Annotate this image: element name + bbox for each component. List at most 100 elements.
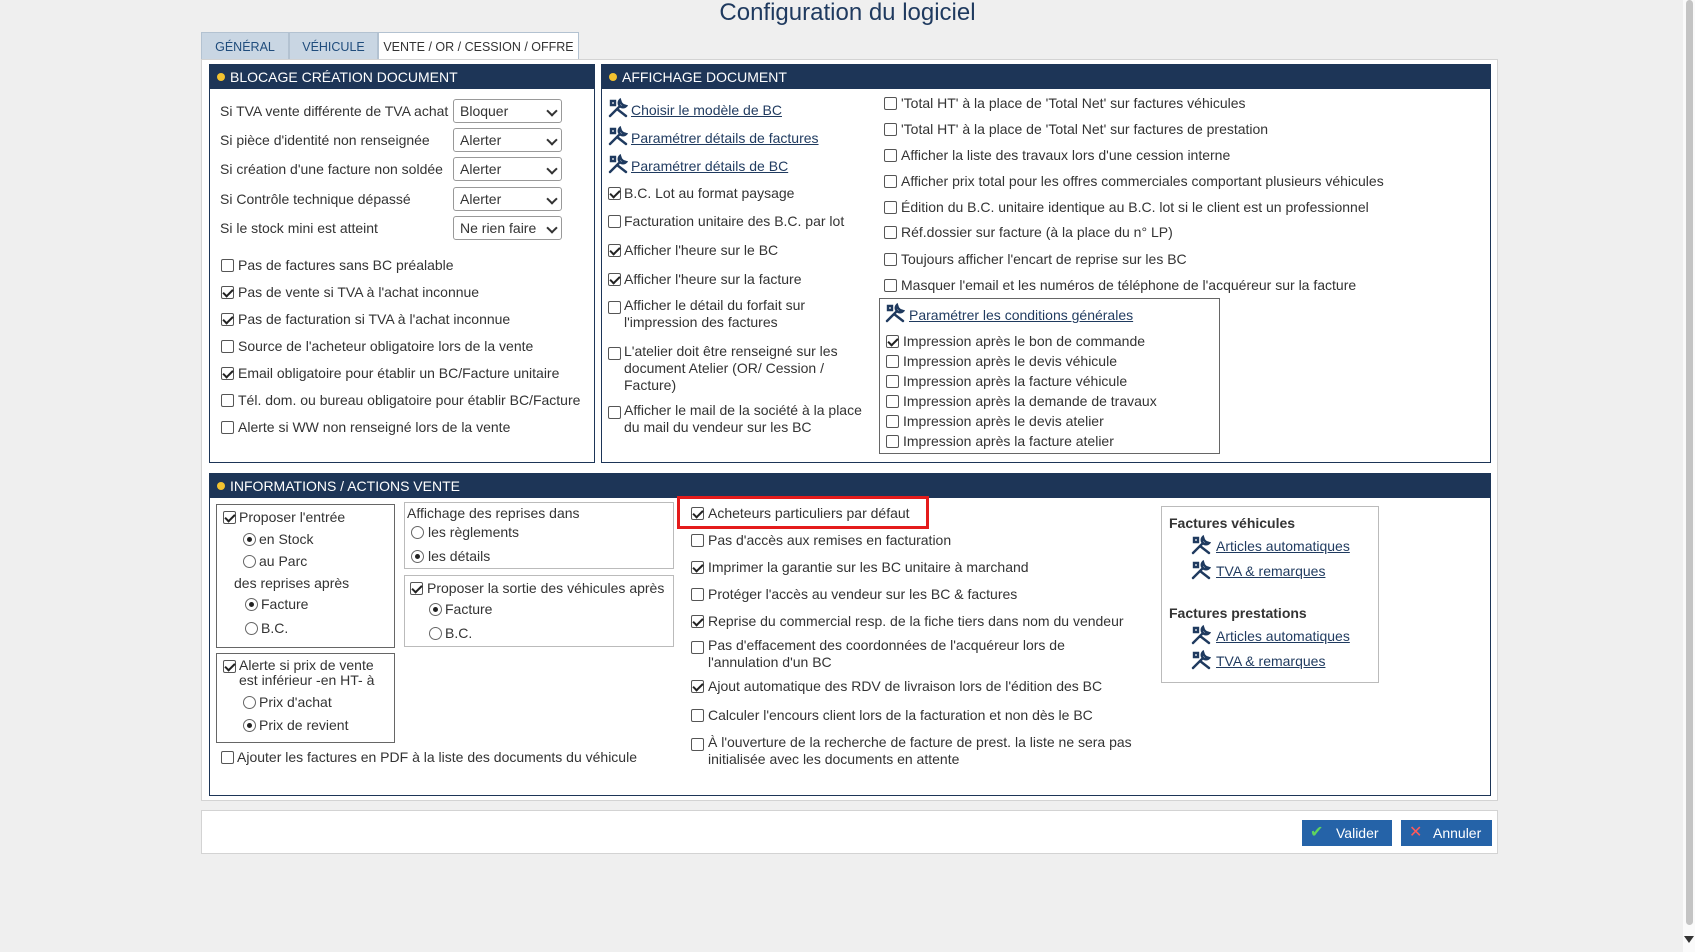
link-choisir-modele-bc[interactable]: Choisir le modèle de BC — [631, 102, 782, 119]
checkbox[interactable] — [884, 226, 897, 239]
select-piece-identite[interactable]: Alerter — [453, 128, 562, 152]
checkbox-label: Afficher la liste des travaux lors d'une… — [901, 147, 1231, 163]
link-parametrer-conditions-generales[interactable]: Paramétrer les conditions générales — [909, 307, 1133, 324]
checkbox-label: Facturation unitaire des B.C. par lot — [624, 213, 845, 229]
rule-label: Si le stock mini est atteint — [220, 220, 378, 236]
checkbox[interactable] — [691, 680, 704, 693]
rule-label: Si création d'une facture non soldée — [220, 161, 443, 177]
checkbox[interactable] — [691, 507, 704, 520]
rule-label: Si pièce d'identité non renseignée — [220, 132, 430, 148]
select-controle-technique[interactable]: Alerter — [453, 187, 562, 211]
checkbox[interactable] — [691, 615, 704, 628]
link-tva-remarques-prestations[interactable]: TVA & remarques — [1216, 653, 1325, 670]
tab-vente-or-cession-offre[interactable]: VENTE / OR / CESSION / OFFRE — [378, 32, 579, 60]
checkbox-label: B.C. Lot au format paysage — [624, 185, 795, 201]
checkbox[interactable] — [608, 187, 621, 200]
checkbox[interactable] — [221, 394, 234, 407]
link-articles-automatiques-vehicules[interactable]: Articles automatiques — [1216, 538, 1350, 555]
checkbox-label: Impression après le devis atelier — [903, 413, 1104, 429]
radio-button[interactable] — [429, 603, 442, 616]
section-title: Factures prestations — [1169, 605, 1307, 621]
checkbox[interactable] — [608, 244, 621, 257]
checkbox[interactable] — [884, 279, 897, 292]
checkbox[interactable] — [608, 215, 621, 228]
radio-button[interactable] — [243, 533, 256, 546]
checkbox[interactable] — [223, 660, 236, 673]
checkbox[interactable] — [608, 347, 621, 360]
tools-icon — [1191, 560, 1211, 580]
checkbox[interactable] — [410, 582, 423, 595]
checkbox[interactable] — [608, 273, 621, 286]
checkbox-label: Proposer l'entrée — [239, 509, 346, 525]
select-value: Alerter — [460, 132, 502, 148]
checkbox[interactable] — [608, 406, 621, 419]
button-label: Annuler — [1433, 825, 1482, 841]
checkbox[interactable] — [884, 149, 897, 162]
checkbox[interactable] — [886, 335, 899, 348]
radio-button[interactable] — [243, 555, 256, 568]
checkbox-label: Calculer l'encours client lors de la fac… — [708, 707, 1093, 723]
tab-vehicule[interactable]: VÉHICULE — [289, 32, 378, 60]
radio-button[interactable] — [429, 627, 442, 640]
checkbox[interactable] — [221, 259, 234, 272]
checkbox-label: Afficher prix total pour les offres comm… — [901, 173, 1384, 189]
checkbox-label: Afficher le détail du forfait sur l'impr… — [624, 297, 806, 330]
checkbox[interactable] — [691, 709, 704, 722]
checkbox[interactable] — [886, 375, 899, 388]
checkbox[interactable] — [691, 641, 704, 654]
checkbox[interactable] — [884, 123, 897, 136]
checkbox[interactable] — [221, 751, 234, 764]
checkbox[interactable] — [691, 738, 704, 751]
checkbox-label: Ajouter les factures en PDF à la liste d… — [237, 749, 637, 765]
radio-button[interactable] — [243, 696, 256, 709]
checkbox[interactable] — [221, 313, 234, 326]
scroll-down-arrow-icon[interactable] — [1684, 936, 1694, 943]
radio-button[interactable] — [243, 719, 256, 732]
radio-button[interactable] — [411, 526, 424, 539]
chevron-down-icon — [546, 134, 558, 146]
radio-button[interactable] — [245, 622, 258, 635]
checkbox-label: Pas de vente si TVA à l'achat inconnue — [238, 284, 480, 300]
checkbox[interactable] — [886, 435, 899, 448]
radio-button[interactable] — [245, 598, 258, 611]
chevron-down-icon — [546, 193, 558, 205]
checkbox-label: Pas d'accès aux remises en facturation — [708, 532, 952, 548]
tools-icon — [885, 303, 905, 323]
checkbox[interactable] — [221, 367, 234, 380]
checkbox[interactable] — [884, 201, 897, 214]
link-tva-remarques-vehicules[interactable]: TVA & remarques — [1216, 563, 1325, 580]
checkbox[interactable] — [691, 534, 704, 547]
checkbox-label: Protéger l'accès au vendeur sur les BC &… — [708, 586, 1018, 602]
checkbox[interactable] — [221, 286, 234, 299]
check-icon: ✔ — [1310, 824, 1324, 841]
link-parametrer-details-bc[interactable]: Paramétrer détails de BC — [631, 158, 788, 175]
checkbox[interactable] — [886, 355, 899, 368]
checkbox[interactable] — [886, 395, 899, 408]
annuler-button[interactable]: ✕ Annuler — [1401, 820, 1492, 846]
checkbox[interactable] — [221, 340, 234, 353]
checkbox[interactable] — [223, 511, 236, 524]
tools-icon — [1191, 625, 1211, 645]
checkbox[interactable] — [608, 301, 621, 314]
link-parametrer-details-factures[interactable]: Paramétrer détails de factures — [631, 130, 819, 147]
checkbox[interactable] — [221, 421, 234, 434]
valider-button[interactable]: ✔ Valider — [1302, 820, 1392, 846]
checkbox[interactable] — [884, 175, 897, 188]
radio-button[interactable] — [411, 550, 424, 563]
checkbox[interactable] — [886, 415, 899, 428]
select-facture-non-soldee[interactable]: Alerter — [453, 157, 562, 181]
select-stock-mini[interactable]: Ne rien faire — [453, 216, 562, 240]
select-tva-vente[interactable]: Bloquer — [453, 99, 562, 123]
checkbox[interactable] — [884, 253, 897, 266]
tools-icon — [608, 98, 628, 118]
checkbox-label: Imprimer la garantie sur les BC unitaire… — [708, 559, 1029, 575]
link-articles-automatiques-prestations[interactable]: Articles automatiques — [1216, 628, 1350, 645]
checkbox-label: Pas de facturation si TVA à l'achat inco… — [238, 311, 511, 327]
checkbox[interactable] — [884, 97, 897, 110]
scrollbar-thumb[interactable] — [1686, 0, 1693, 925]
tab-general[interactable]: GÉNÉRAL — [201, 32, 289, 60]
checkbox[interactable] — [691, 561, 704, 574]
checkbox[interactable] — [691, 588, 704, 601]
select-value: Bloquer — [460, 103, 509, 119]
radio-label: Facture — [261, 596, 309, 612]
